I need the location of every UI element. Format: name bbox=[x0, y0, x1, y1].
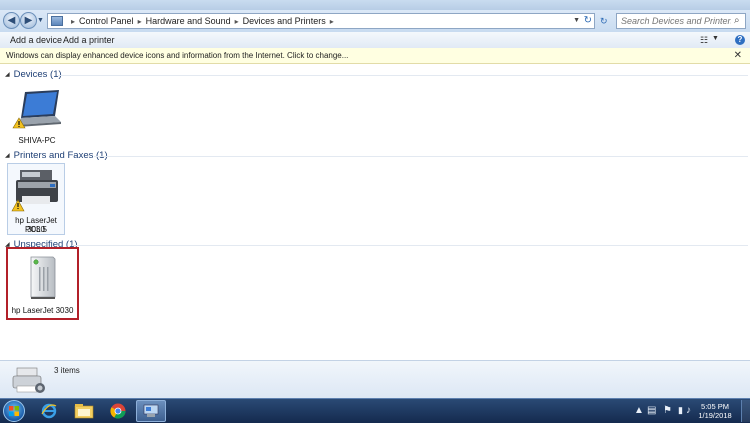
breadcrumb-devices-and-printers[interactable]: Devices and Printers bbox=[243, 16, 326, 26]
group-divider bbox=[72, 245, 748, 246]
breadcrumb[interactable]: ▸ Control Panel ▸ Hardware and Sound ▸ D… bbox=[47, 13, 595, 29]
system-clock[interactable]: 5:05 PM 1/19/2018 bbox=[694, 402, 736, 420]
taskbar: ▲ ▤ ⚑ ▮ ♪ 5:05 PM 1/19/2018 bbox=[0, 398, 750, 423]
forward-button[interactable]: ▶ bbox=[20, 12, 37, 29]
network-signal-icon[interactable]: ▮ bbox=[678, 405, 683, 416]
view-options-chevron-icon[interactable]: ▼ bbox=[712, 35, 719, 42]
clock-time: 5:05 PM bbox=[701, 402, 729, 411]
devices-and-printers-icon[interactable] bbox=[136, 400, 166, 422]
collapse-triangle-icon[interactable]: ◢ bbox=[5, 71, 10, 78]
change-view-icon[interactable]: ☷ bbox=[700, 35, 708, 46]
breadcrumb-chevron-icon[interactable]: ▸ bbox=[330, 17, 334, 26]
details-pane: 3 items bbox=[0, 360, 750, 399]
info-bar[interactable]: Windows can display enhanced device icon… bbox=[0, 48, 750, 64]
devices-and-printers-icon bbox=[12, 367, 45, 393]
show-hidden-icons-icon[interactable]: ▲ bbox=[634, 405, 644, 416]
multifunction-printer-warning-icon bbox=[11, 170, 58, 212]
search-input[interactable] bbox=[616, 13, 746, 29]
windows-logo-icon bbox=[9, 406, 19, 416]
window-title-bar bbox=[0, 0, 750, 10]
start-button[interactable] bbox=[3, 400, 25, 422]
back-button[interactable]: ◀ bbox=[3, 12, 20, 29]
printer-tile-hp-laserjet-3030-pcl5[interactable]: hp LaserJet 3030 PCL 5 bbox=[7, 163, 65, 235]
action-center-flag-icon[interactable]: ⚑ bbox=[663, 405, 672, 416]
help-icon[interactable]: ? bbox=[735, 35, 745, 45]
internet-explorer-icon[interactable] bbox=[35, 400, 63, 422]
device-tile-shiva-pc[interactable]: SHIVA-PC bbox=[8, 88, 66, 146]
item-count: 3 items bbox=[54, 366, 80, 375]
printer-label-line2: PCL 5 bbox=[25, 225, 47, 234]
clock-date: 1/19/2018 bbox=[698, 411, 732, 420]
refresh-icon[interactable]: ↻ bbox=[584, 15, 592, 26]
group-divider bbox=[58, 75, 748, 76]
command-bar: Add a device Add a printer ☷ ▼ ? bbox=[0, 32, 750, 49]
address-bar: ◀ ▶ ▼ ▸ Control Panel ▸ Hardware and Sou… bbox=[0, 10, 750, 33]
file-explorer-icon[interactable] bbox=[70, 400, 98, 422]
laptop-warning-icon bbox=[12, 90, 61, 129]
control-panel-icon bbox=[51, 16, 63, 26]
group-title: Devices (1) bbox=[13, 69, 62, 80]
recent-pages-chevron-icon[interactable]: ▼ bbox=[37, 17, 44, 24]
volume-icon[interactable]: ♪ bbox=[686, 405, 691, 416]
search-icon[interactable]: ⌕ bbox=[734, 15, 740, 26]
go-forward-icon[interactable]: ↻ bbox=[600, 16, 608, 27]
breadcrumb-chevron-icon[interactable]: ▸ bbox=[235, 17, 239, 26]
group-header-devices[interactable]: ◢ Devices (1) bbox=[5, 69, 62, 80]
group-header-printers-and-faxes[interactable]: ◢ Printers and Faxes (1) bbox=[5, 150, 108, 161]
add-device-button[interactable]: Add a device bbox=[10, 35, 62, 45]
address-dropdown-icon[interactable]: ▼ bbox=[573, 17, 580, 24]
show-desktop-button[interactable] bbox=[741, 400, 750, 422]
breadcrumb-chevron-icon[interactable]: ▸ bbox=[71, 17, 75, 26]
collapse-triangle-icon[interactable]: ◢ bbox=[5, 152, 10, 159]
close-icon[interactable]: ✕ bbox=[734, 48, 742, 64]
add-printer-button[interactable]: Add a printer bbox=[63, 35, 115, 45]
printer-tray-icon[interactable]: ▤ bbox=[647, 405, 656, 416]
chrome-icon[interactable] bbox=[104, 400, 132, 422]
breadcrumb-chevron-icon[interactable]: ▸ bbox=[138, 17, 142, 26]
breadcrumb-hardware-and-sound[interactable]: Hardware and Sound bbox=[146, 16, 231, 26]
group-divider bbox=[94, 156, 748, 157]
highlight-box bbox=[6, 247, 79, 320]
device-label: SHIVA-PC bbox=[18, 136, 56, 145]
info-bar-message[interactable]: Windows can display enhanced device icon… bbox=[6, 51, 348, 60]
breadcrumb-control-panel[interactable]: Control Panel bbox=[79, 16, 134, 26]
